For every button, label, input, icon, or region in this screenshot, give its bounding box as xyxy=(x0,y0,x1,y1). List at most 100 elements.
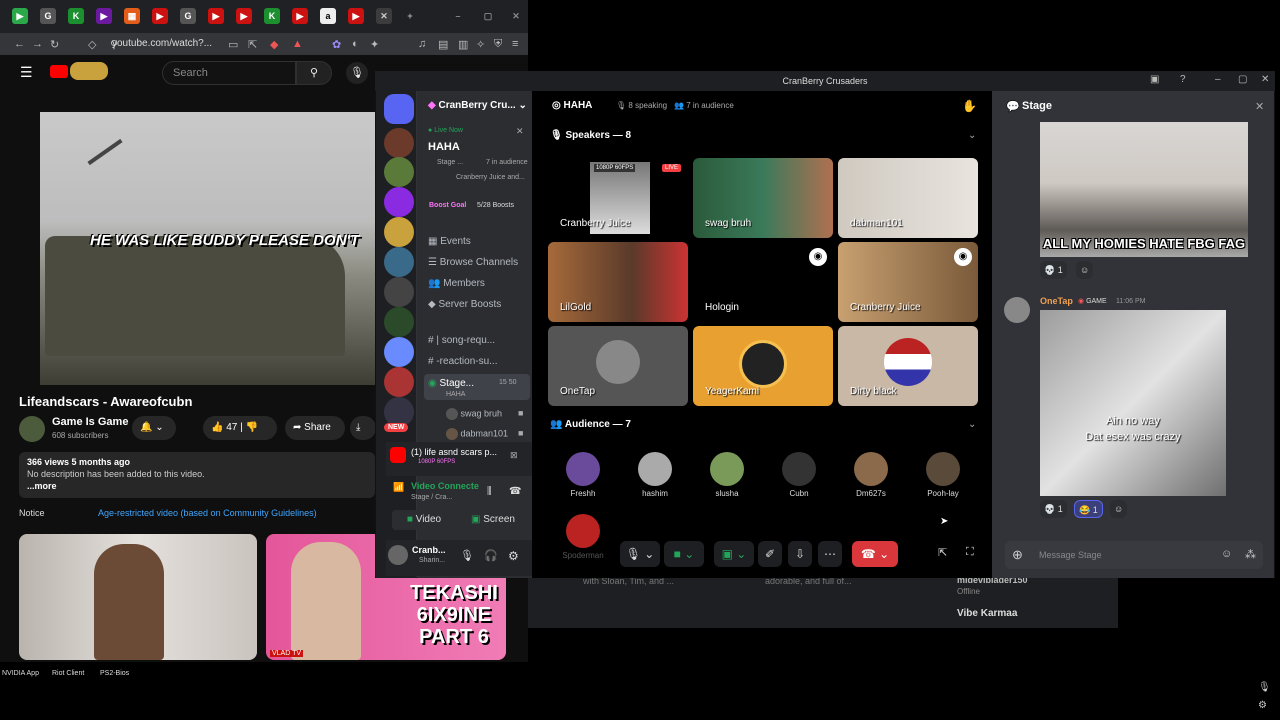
extension-icon[interactable]: ◐ xyxy=(352,38,359,50)
tab-icon[interactable]: ▶ xyxy=(292,8,308,24)
tab-icon[interactable]: ▶ xyxy=(348,8,364,24)
age-restricted-link[interactable]: Age-restricted video (based on Community… xyxy=(98,508,317,518)
help-icon[interactable]: ? xyxy=(1180,74,1186,85)
like-button[interactable]: 👍 47 | 👎 xyxy=(203,416,277,440)
avatar[interactable] xyxy=(1004,297,1030,323)
youtube-logo-icon[interactable] xyxy=(50,65,68,78)
signal-icon[interactable]: 📶 xyxy=(393,482,404,493)
reload-icon[interactable]: ↻ xyxy=(50,38,59,51)
events-link[interactable]: ▦ Events xyxy=(428,236,471,247)
brave-shield-icon[interactable]: ◆ xyxy=(270,38,278,51)
video-button[interactable]: ■ Video xyxy=(392,510,456,530)
minimize-icon[interactable]: – xyxy=(450,8,466,24)
tab-icon[interactable]: a xyxy=(320,8,336,24)
taskbar-item[interactable]: PS2-Bios xyxy=(100,670,129,677)
add-attachment-icon[interactable]: ⊕ xyxy=(1012,547,1023,563)
address-bar[interactable]: youtube.com/watch?... xyxy=(108,36,226,52)
speakers-header[interactable]: 🎙 Speakers — 8 xyxy=(550,130,631,141)
share-page-icon[interactable]: ⇱ xyxy=(248,38,257,51)
home-icon[interactable] xyxy=(384,94,414,124)
server-icon[interactable] xyxy=(384,247,414,277)
maximize-icon[interactable]: ▢ xyxy=(480,8,496,24)
channel-name[interactable]: Game Is Game xyxy=(52,416,128,428)
server-icon[interactable] xyxy=(384,307,414,337)
server-icon[interactable] xyxy=(384,187,414,217)
tab-icon[interactable]: ▶ xyxy=(152,8,168,24)
tab-icon[interactable]: G xyxy=(40,8,56,24)
popout-icon[interactable]: ⇱ xyxy=(938,546,947,559)
share-button[interactable]: ➦ Share xyxy=(285,416,345,440)
avatar[interactable] xyxy=(388,545,408,565)
speaker-tile[interactable]: 1080P 60FPS LIVE Cranberry Juice xyxy=(548,158,688,238)
sidebar-icon[interactable]: ▥ xyxy=(458,38,468,51)
speaker-tile[interactable]: YeagerKami xyxy=(693,326,833,406)
speaker-tile[interactable]: swag bruh xyxy=(693,158,833,238)
live-stage-name[interactable]: HAHA xyxy=(428,141,460,153)
taskbar-item[interactable]: Riot Client xyxy=(52,670,84,677)
members-link[interactable]: 👥 Members xyxy=(428,278,485,289)
channel-avatar[interactable] xyxy=(19,416,45,442)
add-reaction-icon[interactable]: ☺ xyxy=(1076,261,1094,279)
settings-tray-icon[interactable]: ⚙ xyxy=(1258,700,1267,711)
speaker-tile[interactable]: LilGold xyxy=(548,242,688,322)
server-name[interactable]: ◆ CranBerry Cru... ⌄ xyxy=(428,100,527,111)
tab-icon[interactable]: ▶ xyxy=(96,8,112,24)
noise-suppression-icon[interactable]: ⫼ xyxy=(487,486,492,497)
mute-button[interactable]: 🎙 ⌄ xyxy=(620,541,660,567)
chat-image[interactable] xyxy=(1040,310,1226,496)
extension-icon[interactable]: ✿ xyxy=(332,38,341,51)
reaction[interactable]: 😂 1 xyxy=(1074,500,1103,518)
audience-member[interactable]: Freshh xyxy=(553,452,613,498)
server-boosts-link[interactable]: ◆ Server Boosts xyxy=(428,299,501,310)
recommended-thumbnail[interactable] xyxy=(19,534,257,660)
server-icon[interactable] xyxy=(384,277,414,307)
extensions-icon[interactable]: ✦ xyxy=(370,38,379,51)
close-icon[interactable]: ✕ xyxy=(508,8,524,24)
more-link[interactable]: ...more xyxy=(27,481,367,491)
reading-list-icon[interactable]: ▤ xyxy=(438,38,448,51)
server-icon[interactable] xyxy=(384,337,414,367)
inbox-icon[interactable]: ▣ xyxy=(1150,74,1159,85)
rewards-icon[interactable]: ▲ xyxy=(292,38,303,50)
channel-item[interactable]: # -reaction-su... xyxy=(428,356,497,367)
tab-icon[interactable]: ▶ xyxy=(236,8,252,24)
bookmark-icon[interactable]: ◇ xyxy=(88,38,96,51)
tab-icon[interactable]: ▦ xyxy=(124,8,140,24)
search-input[interactable]: Search xyxy=(162,61,296,85)
audience-header[interactable]: 👥 Audience — 7 xyxy=(550,419,631,430)
disconnect-icon[interactable]: ☎ xyxy=(509,486,521,497)
audience-member[interactable]: Cubn xyxy=(769,452,829,498)
move-to-audience-icon[interactable]: ⇩ xyxy=(788,541,812,567)
audience-member[interactable]: hashim xyxy=(625,452,685,498)
mic-icon[interactable]: 🎙 xyxy=(460,549,474,562)
audience-member[interactable]: Pooh-lay xyxy=(913,452,973,498)
close-live-icon[interactable]: ✕ xyxy=(516,126,524,137)
hamburger-icon[interactable]: ☰ xyxy=(20,64,33,81)
speaker-tile[interactable]: Dirty black xyxy=(838,326,978,406)
message-author[interactable]: OneTap xyxy=(1040,296,1073,306)
server-icon[interactable] xyxy=(384,217,414,247)
camera-button[interactable]: ■ ⌄ xyxy=(664,541,704,567)
chevron-down-icon[interactable]: ⌄ xyxy=(968,419,976,430)
headset-icon[interactable]: 🎧 xyxy=(484,549,498,562)
voice-status[interactable]: Video Connecte xyxy=(411,481,479,491)
tab-icon[interactable]: K xyxy=(68,8,84,24)
boost-goal-label[interactable]: Boost Goal xyxy=(429,202,466,209)
wallet-icon[interactable]: ✧ xyxy=(476,38,485,51)
close-chat-icon[interactable]: ✕ xyxy=(1255,100,1264,113)
forward-icon[interactable]: → xyxy=(32,38,43,50)
tab-icon[interactable]: ▶ xyxy=(12,8,28,24)
tab-icon[interactable]: G xyxy=(180,8,196,24)
audience-member[interactable]: Spoderman xyxy=(553,514,613,560)
server-icon[interactable] xyxy=(384,128,414,158)
tab-icon[interactable]: ▶ xyxy=(208,8,224,24)
screen-button[interactable]: ▣ Screen xyxy=(460,510,526,530)
download-icon[interactable]: ⤓ xyxy=(350,416,376,440)
close-icon[interactable]: ✕ xyxy=(1261,74,1269,85)
music-icon[interactable]: ♫ xyxy=(418,38,426,50)
screen-icon[interactable]: ▭ xyxy=(228,38,238,51)
user-name[interactable]: Cranb... xyxy=(412,545,446,555)
emoji-icon[interactable]: ☺ xyxy=(1221,548,1232,560)
server-icon[interactable] xyxy=(384,157,414,187)
activity-close-icon[interactable]: ⊠ xyxy=(510,450,518,461)
